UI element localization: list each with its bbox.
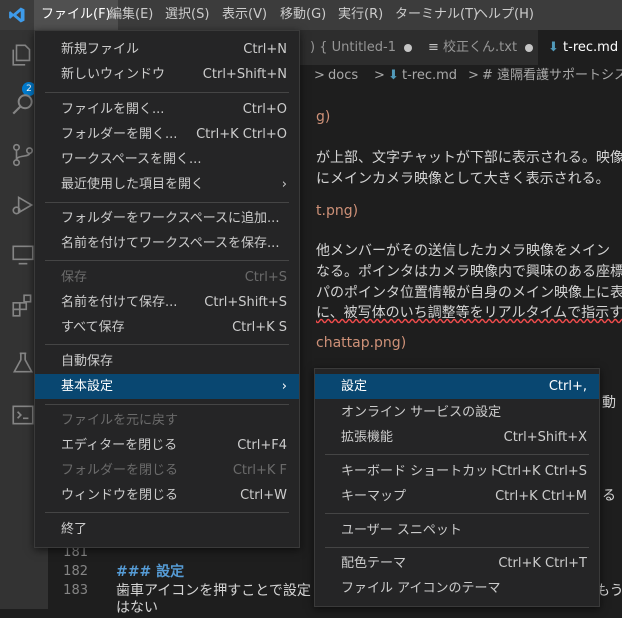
menu-item-auto-save[interactable]: 自動保存 (35, 349, 299, 374)
breadcrumb-docs[interactable]: docs (328, 65, 358, 87)
source-control-icon[interactable] (10, 142, 36, 168)
testing-flask-icon[interactable] (10, 350, 36, 376)
editor-heading-line: ### 設定 (116, 564, 185, 580)
menu-item-online-services-settings[interactable]: オンライン サービスの設定 (315, 400, 599, 425)
menu-edit[interactable]: 編集(E) (102, 0, 160, 30)
markdown-file-icon: ⬇ (548, 40, 564, 55)
menu-separator (325, 513, 589, 514)
breadcrumb-sep: > (468, 68, 479, 83)
menu-help[interactable]: ヘルプ(H) (468, 0, 541, 30)
menu-item-save[interactable]: 保存 Ctrl+S (35, 265, 299, 290)
menu-item-color-theme[interactable]: 配色テーマ Ctrl+K Ctrl+T (315, 551, 599, 576)
menu-item-keymaps[interactable]: キーマップ Ctrl+K Ctrl+M (315, 484, 599, 509)
menu-item-save-as[interactable]: 名前を付けて保存... Ctrl+Shift+S (35, 290, 299, 315)
editor-line: t.png) (316, 203, 359, 219)
editor-line: パのポインタ位置情報が自身のメイン映像上に表 (316, 285, 622, 301)
editor-line: chattap.png) (316, 335, 407, 351)
title-bar: ファイル(F) 編集(E) 選択(S) 表示(V) 移動(G) 実行(R) ター… (0, 0, 622, 30)
editor-line: はない (116, 600, 158, 616)
editor-line: が上部、文字チャットが下部に表示される。映像 (316, 150, 622, 166)
editor-line: g) (316, 109, 331, 125)
text-file-icon: ≡ (428, 40, 444, 55)
menu-item-new-window[interactable]: 新しいウィンドウ Ctrl+Shift+N (35, 62, 299, 87)
menu-item-save-all[interactable]: すべて保存 Ctrl+K S (35, 315, 299, 340)
explorer-icon[interactable] (10, 42, 36, 68)
breadcrumb-sep: > (374, 68, 385, 83)
search-icon[interactable] (10, 92, 36, 118)
menu-item-close-window[interactable]: ウィンドウを閉じる Ctrl+W (35, 483, 299, 508)
markdown-file-icon: ⬇ (388, 68, 399, 83)
menu-separator (45, 260, 289, 261)
menu-item-preferences[interactable]: 基本設定 › (35, 374, 299, 399)
menu-view[interactable]: 表示(V) (215, 0, 274, 30)
menu-item-exit[interactable]: 終了 (35, 517, 299, 542)
chevron-right-icon: › (281, 177, 287, 192)
menu-go[interactable]: 移動(G) (273, 0, 333, 30)
breadcrumb-file[interactable]: t-rec.md (402, 65, 457, 87)
vscode-logo-icon (9, 7, 25, 23)
chevron-right-icon: › (281, 379, 287, 394)
extensions-icon[interactable] (10, 292, 36, 318)
menu-item-revert-file[interactable]: ファイルを元に戻す (35, 408, 299, 433)
editor-line: に、被写体のいち調整等をリアルタイムで指示す (316, 305, 622, 321)
editor-line: 他メンバーがその送信したカメラ映像をメイン (316, 243, 610, 259)
unsaved-dot-icon (404, 43, 412, 52)
menu-item-keyboard-shortcuts[interactable]: キーボード ショートカット Ctrl+K Ctrl+S (315, 459, 599, 484)
line-number: 183 (63, 583, 88, 598)
file-menu: 新規ファイル Ctrl+N 新しいウィンドウ Ctrl+Shift+N ファイルを開… (34, 30, 300, 548)
menu-separator (45, 404, 289, 405)
tab-label: t-rec.md (563, 40, 619, 55)
editor-line: にメインカメラ映像として大きく表示される。 (316, 171, 610, 187)
menu-separator (45, 202, 289, 203)
menu-item-add-folder-to-workspace[interactable]: フォルダーをワークスペースに追加... (35, 206, 299, 231)
tab-t-rec[interactable]: ⬇ t-rec.md (538, 30, 622, 65)
run-debug-icon[interactable] (10, 192, 36, 218)
tab-kousei[interactable]: ≡ 校正くん.txt (416, 30, 549, 65)
menu-item-user-snippets[interactable]: ユーザー スニペット (315, 518, 599, 543)
menu-item-close-editor[interactable]: エディターを閉じる Ctrl+F4 (35, 433, 299, 458)
unsaved-dot-icon (525, 43, 534, 52)
menu-item-close-folder[interactable]: フォルダーを閉じる Ctrl+K F (35, 458, 299, 483)
menu-separator (45, 512, 289, 513)
menu-selection[interactable]: 選択(S) (158, 0, 216, 30)
menu-item-open-folder[interactable]: フォルダーを開く... Ctrl+K Ctrl+O (35, 122, 299, 147)
menu-separator (45, 92, 289, 93)
menu-item-open-recent[interactable]: 最近使用した項目を開く › (35, 172, 299, 197)
tab-label: 校正くん.txt (443, 40, 518, 55)
menu-item-open-file[interactable]: ファイルを開く... Ctrl+O (35, 97, 299, 122)
menu-item-save-workspace-as[interactable]: 名前を付けてワークスペースを保存... (35, 231, 299, 256)
menu-separator (45, 344, 289, 345)
remote-explorer-icon[interactable] (10, 242, 36, 268)
preferences-submenu: 設定 Ctrl+, オンライン サービスの設定 拡張機能 Ctrl+Shift+X … (314, 368, 600, 607)
tab-label: ) { Untitled-1 (310, 40, 396, 55)
line-number: 182 (63, 564, 88, 579)
menu-separator (325, 547, 589, 548)
menu-item-open-workspace[interactable]: ワークスペースを開く... (35, 147, 299, 172)
editor-line: 動 (602, 395, 616, 411)
menu-item-file-icon-theme[interactable]: ファイル アイコンのテーマ (315, 576, 599, 601)
menu-run[interactable]: 実行(R) (331, 0, 390, 30)
editor-line: なる。ポインタはカメラ映像内で興味のある座標 (316, 264, 622, 280)
editor-line: る (602, 488, 616, 504)
menu-item-settings[interactable]: 設定 Ctrl+, (315, 374, 599, 399)
breadcrumb-sep: > (314, 68, 325, 83)
menu-item-new-file[interactable]: 新規ファイル Ctrl+N (35, 37, 299, 62)
menu-item-extensions[interactable]: 拡張機能 Ctrl+Shift+X (315, 425, 599, 450)
menu-separator (325, 454, 589, 455)
terminal-panel-icon[interactable] (10, 402, 36, 428)
breadcrumb-heading[interactable]: # 遠隔看護サポートシステム (482, 65, 622, 87)
tab-untitled[interactable]: ) { Untitled-1 (300, 30, 421, 65)
